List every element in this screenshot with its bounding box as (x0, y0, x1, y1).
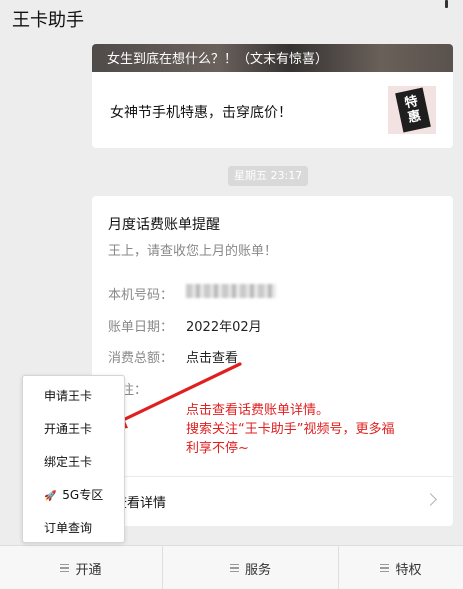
menu-item-activate-card[interactable]: 开通王卡 (23, 413, 124, 446)
menu-lines-icon (60, 564, 70, 572)
bottom-menu-bar: 开通 服务 特权 (0, 545, 463, 589)
arrow-line (119, 362, 242, 423)
submenu-popup: 申请王卡 开通王卡 绑定王卡 🚀 5G专区 订单查询 (22, 375, 125, 543)
rocket-icon: 🚀 (44, 491, 57, 502)
menu-item-apply-card[interactable]: 申请王卡 (23, 380, 124, 413)
menu-lines-icon (380, 564, 390, 572)
menu-item-bind-card[interactable]: 绑定王卡 (23, 446, 124, 479)
nav-item-service[interactable]: 服务 (162, 546, 338, 589)
menu-item-order-query[interactable]: 订单查询 (23, 512, 124, 545)
menu-item-5g-zone[interactable]: 🚀 5G专区 (23, 479, 124, 512)
nav-item-privilege[interactable]: 特权 (338, 546, 463, 589)
menu-lines-icon (229, 564, 239, 572)
nav-item-open[interactable]: 开通 (0, 546, 162, 589)
